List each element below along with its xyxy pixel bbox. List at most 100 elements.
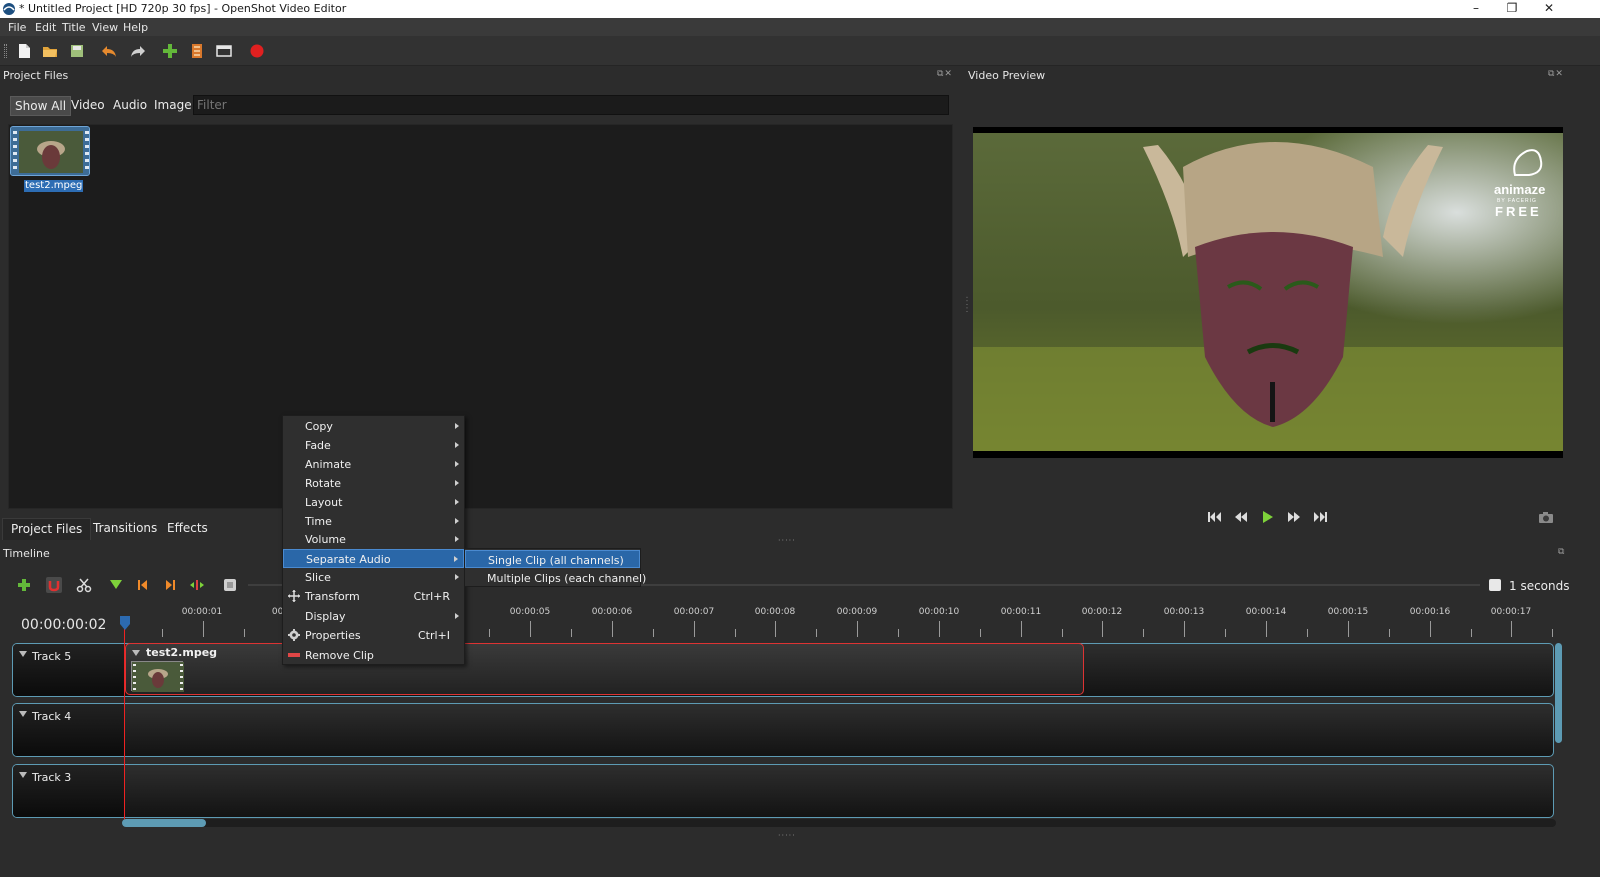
film-frame-icon (11, 127, 89, 175)
menu-separate-audio[interactable]: Separate Audio (283, 549, 464, 568)
clip-context-menu: Copy Fade Animate Rotate Layout Time Vol… (282, 415, 465, 665)
add-marker-icon[interactable] (108, 577, 124, 593)
menu-single-clip[interactable]: Single Clip (all channels) (465, 550, 640, 568)
menu-rotate[interactable]: Rotate (283, 474, 464, 493)
timeline-clip[interactable]: test2.mpeg (125, 643, 1084, 695)
menu-view[interactable]: View (92, 21, 118, 34)
menu-fade[interactable]: Fade (283, 436, 464, 455)
razor-icon[interactable] (76, 577, 92, 593)
menu-display[interactable]: Display (283, 607, 464, 626)
ruler-label: 00:00:12 (1081, 607, 1123, 617)
tab-transitions[interactable]: Transitions (85, 518, 165, 540)
vertical-splitter[interactable]: ····· (962, 296, 971, 314)
bottom-splitter[interactable]: ····· (778, 831, 796, 840)
toolbar-grip[interactable] (4, 44, 7, 58)
menu-item-label: Slice (305, 571, 331, 584)
file-name-label[interactable]: test2.mpeg (24, 180, 84, 192)
tab-project-files[interactable]: Project Files (2, 518, 92, 540)
menu-transform[interactable]: Transform Ctrl+R (283, 587, 464, 606)
ruler-tick (1143, 629, 1144, 637)
submenu-arrow-icon (455, 499, 459, 505)
filter-show-all[interactable]: Show All (10, 96, 72, 116)
redo-icon[interactable] (128, 41, 148, 61)
menu-multiple-clips[interactable]: Multiple Clips (each channel) (465, 569, 646, 587)
previous-marker-icon[interactable] (135, 577, 151, 593)
minimize-button[interactable]: – (1458, 0, 1494, 18)
submenu-arrow-icon (455, 613, 459, 619)
fullscreen-icon[interactable] (214, 41, 234, 61)
clip-menu-arrow-icon[interactable] (132, 650, 140, 656)
undo-icon[interactable] (99, 41, 119, 61)
menu-title[interactable]: Title (62, 21, 86, 34)
timeline-settings-icon[interactable] (222, 577, 238, 593)
file-thumbnail[interactable] (10, 126, 90, 176)
save-project-icon[interactable] (67, 41, 87, 61)
video-preview-panel-title: Video Preview (968, 69, 1046, 82)
collapse-arrow-icon[interactable] (19, 651, 27, 657)
tab-effects[interactable]: Effects (159, 518, 216, 540)
new-project-icon[interactable] (14, 41, 34, 61)
track-4[interactable]: Track 4 (12, 703, 1554, 757)
menu-slice[interactable]: Slice (283, 568, 464, 587)
jump-end-icon[interactable] (1313, 510, 1329, 524)
track-header[interactable]: Track 3 (13, 765, 125, 817)
project-files-area[interactable] (8, 124, 953, 509)
snapping-icon[interactable] (46, 577, 62, 593)
submenu-item-label: Multiple Clips (each channel) (487, 572, 647, 585)
video-preview-canvas[interactable]: animaze BY FACERIG FREE (973, 127, 1563, 458)
playhead-line[interactable] (124, 625, 125, 823)
menu-copy[interactable]: Copy (283, 417, 464, 436)
collapse-arrow-icon[interactable] (19, 711, 27, 717)
choose-profile-icon[interactable] (187, 41, 207, 61)
center-timeline-icon[interactable] (189, 577, 205, 593)
add-track-icon[interactable] (16, 577, 32, 593)
filter-image[interactable]: Image (150, 96, 196, 116)
menu-help[interactable]: Help (123, 21, 148, 34)
menu-layout[interactable]: Layout (283, 493, 464, 512)
import-files-icon[interactable] (160, 41, 180, 61)
menu-time[interactable]: Time (283, 512, 464, 531)
maximize-button[interactable]: ❐ (1494, 0, 1530, 18)
open-project-icon[interactable] (40, 41, 60, 61)
timeline-horizontal-scrollbar[interactable] (122, 819, 1556, 827)
jump-start-icon[interactable] (1206, 510, 1222, 524)
close-button[interactable]: ✕ (1531, 0, 1567, 18)
rewind-icon[interactable] (1233, 510, 1249, 524)
filter-audio[interactable]: Audio (109, 96, 151, 116)
track-header[interactable]: Track 5 (13, 644, 125, 696)
next-marker-icon[interactable] (162, 577, 178, 593)
export-video-icon[interactable] (247, 41, 267, 61)
menu-properties[interactable]: Properties Ctrl+I (283, 626, 464, 645)
clip-film-icon (132, 662, 184, 692)
menu-item-label: Transform (305, 590, 360, 603)
horizontal-splitter[interactable]: ····· (778, 536, 796, 545)
timeline-dock-controls[interactable]: ⧉ (1558, 547, 1565, 557)
ruler-label: 00:00:07 (673, 607, 715, 617)
menu-edit[interactable]: Edit (35, 21, 56, 34)
zoom-slider-handle[interactable] (1489, 579, 1501, 591)
playhead-handle-icon[interactable] (119, 615, 131, 631)
project-files-dock-controls[interactable]: ⧉✕ (937, 69, 953, 79)
menu-animate[interactable]: Animate (283, 455, 464, 474)
filter-video[interactable]: Video (67, 96, 109, 116)
track-header[interactable]: Track 4 (13, 704, 125, 756)
horizontal-scroll-thumb[interactable] (122, 819, 206, 827)
ruler-tick (1225, 629, 1226, 637)
menu-remove-clip[interactable]: Remove Clip (283, 646, 464, 665)
collapse-arrow-icon[interactable] (19, 772, 27, 778)
fast-forward-icon[interactable] (1286, 510, 1302, 524)
menu-item-label: Layout (305, 496, 343, 509)
menu-volume[interactable]: Volume (283, 530, 464, 549)
filter-input[interactable] (193, 95, 949, 115)
video-preview-dock-controls[interactable]: ⧉✕ (1548, 69, 1564, 79)
camera-icon[interactable] (1538, 510, 1554, 524)
vertical-scroll-thumb[interactable] (1555, 643, 1562, 743)
menu-file[interactable]: File (8, 21, 26, 34)
track-3[interactable]: Track 3 (12, 764, 1554, 818)
submenu-arrow-icon (455, 574, 459, 580)
menu-item-label: Rotate (305, 477, 342, 490)
play-icon[interactable] (1259, 510, 1275, 524)
ruler-label: 00:00:14 (1245, 607, 1287, 617)
ruler-label: 00:00:11 (1000, 607, 1042, 617)
ruler-tick (775, 621, 776, 637)
